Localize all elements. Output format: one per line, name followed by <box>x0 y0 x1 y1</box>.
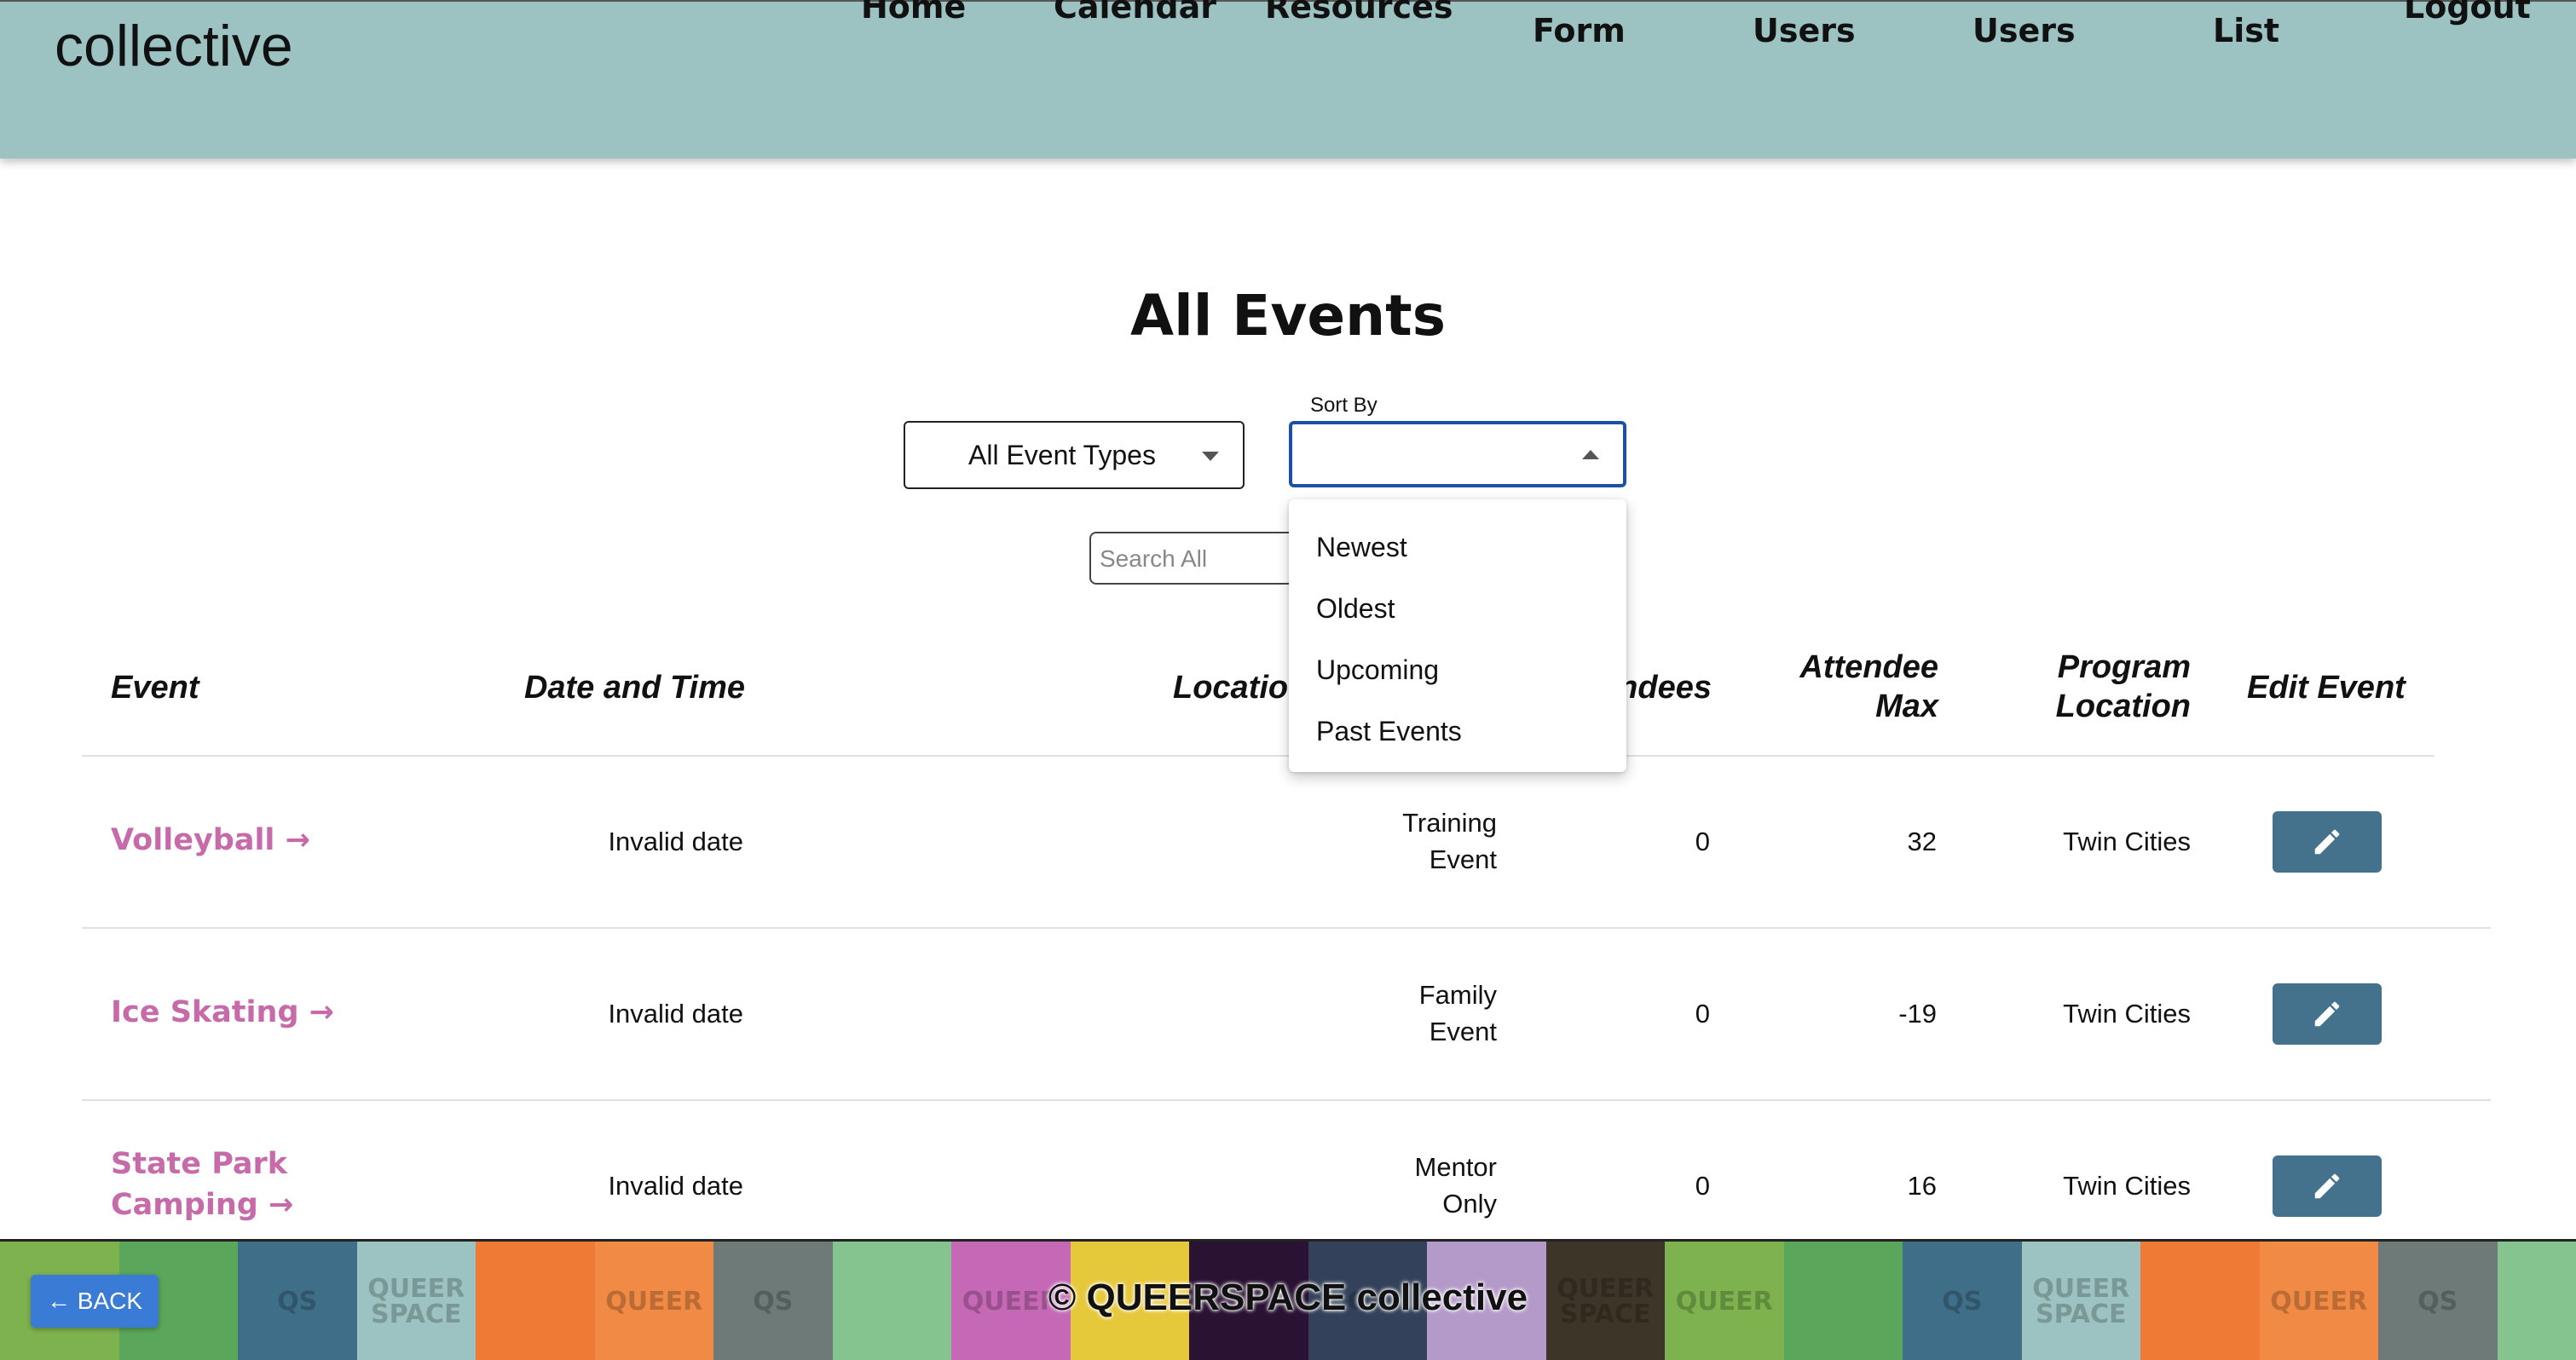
column-header-attendee-max-line-1: Attendee <box>1799 649 1938 685</box>
column-header-program-location-line-1: Program <box>2057 649 2191 685</box>
pencil-icon <box>2314 1173 2340 1199</box>
logo-line-1: SPACE <box>55 0 293 10</box>
dropdown-arrow-up-icon <box>1582 450 1599 459</box>
edit-event-button[interactable] <box>2273 983 2382 1045</box>
edit-event-button[interactable] <box>2273 811 2382 873</box>
nav-logout[interactable]: Logout <box>2404 0 2531 26</box>
event-type-line-2: Event <box>1429 1017 1497 1046</box>
event-type-line-2: Only <box>1442 1189 1497 1219</box>
event-link-ice-skating[interactable]: Ice Skating → <box>111 992 334 1033</box>
pencil-icon <box>2314 1001 2340 1027</box>
site-header: SPACE collective Home Calendar Resources… <box>0 0 2576 158</box>
nav-form[interactable]: Form <box>1533 12 1626 49</box>
back-button[interactable]: ← BACK <box>31 1275 159 1328</box>
event-attendee-max: -19 <box>1898 999 1937 1029</box>
nav-home[interactable]: Home <box>861 0 966 26</box>
event-type-line-1: Training <box>1402 808 1497 838</box>
footer-copyright: © QUEERSPACE collective <box>1048 1276 1528 1318</box>
event-attendee-max: 16 <box>1907 1171 1937 1201</box>
sort-option-past-events[interactable]: Past Events <box>1289 700 1626 762</box>
event-link-line-1: State Park <box>111 1147 288 1181</box>
row-divider <box>82 927 2491 929</box>
column-header-location[interactable]: Locatio <box>1173 668 1288 707</box>
event-program-location: Twin Cities <box>2063 827 2191 856</box>
header-divider <box>82 755 2434 757</box>
column-header-edit-event: Edit Event <box>2247 670 2406 706</box>
event-program-location: Twin Cities <box>2063 1171 2191 1201</box>
column-header-program-location[interactable]: Program Location <box>1986 648 2191 726</box>
event-link-line-2: Camping → <box>111 1188 294 1222</box>
nav-resources[interactable]: Resources <box>1265 0 1453 26</box>
nav-list[interactable]: List <box>2213 12 2279 49</box>
event-type-select[interactable]: All Event Types <box>904 421 1245 489</box>
logo-line-2: collective <box>55 14 293 78</box>
search-placeholder: Search All <box>1100 545 1208 572</box>
sort-by-menu: Newest Oldest Upcoming Past Events <box>1289 499 1626 772</box>
event-type-selected-value: All Event Types <box>968 439 1156 470</box>
pencil-icon <box>2314 829 2340 855</box>
column-header-event[interactable]: Event <box>111 668 199 707</box>
event-type-line-1: Mentor <box>1414 1152 1497 1182</box>
row-divider <box>82 1099 2491 1101</box>
event-attendees: 0 <box>1695 999 1710 1029</box>
sort-option-upcoming[interactable]: Upcoming <box>1289 639 1626 700</box>
site-logo[interactable]: SPACE collective <box>55 0 293 78</box>
event-link-state-park-camping[interactable]: State Park Camping → <box>111 1144 293 1225</box>
column-header-program-location-line-2: Location <box>2055 689 2191 724</box>
event-type-line-1: Family <box>1418 980 1497 1010</box>
sort-by-select[interactable] <box>1289 421 1626 487</box>
column-header-attendee-max-line-2: Max <box>1875 689 1938 724</box>
event-type: Family Event <box>1330 977 1497 1050</box>
nav-calendar[interactable]: Calendar <box>1054 0 1216 26</box>
event-attendees: 0 <box>1695 827 1710 856</box>
column-header-date-time[interactable]: Date and Time <box>477 668 745 707</box>
sort-by-label: Sort By <box>1310 394 1378 417</box>
column-header-attendee-max[interactable]: Attendee Max <box>1756 648 1938 726</box>
event-type-line-2: Event <box>1429 844 1497 874</box>
nav-users-1[interactable]: Users <box>1753 12 1856 49</box>
event-type: Training Event <box>1330 804 1497 878</box>
event-type: Mentor Only <box>1330 1149 1497 1222</box>
dropdown-arrow-icon <box>1202 452 1219 461</box>
event-attendees: 0 <box>1695 1171 1710 1201</box>
page-title: All Events <box>1130 283 1446 349</box>
event-date: Invalid date <box>608 1171 743 1201</box>
event-link-volleyball[interactable]: Volleyball → <box>111 820 310 861</box>
event-date: Invalid date <box>608 827 743 856</box>
event-program-location: Twin Cities <box>2063 999 2191 1029</box>
nav-users-2[interactable]: Users <box>1972 12 2076 49</box>
sort-option-oldest[interactable]: Oldest <box>1289 578 1626 639</box>
edit-event-button[interactable] <box>2273 1155 2382 1217</box>
event-date: Invalid date <box>608 999 743 1029</box>
sort-option-newest[interactable]: Newest <box>1289 516 1626 578</box>
event-attendee-max: 32 <box>1907 827 1937 856</box>
